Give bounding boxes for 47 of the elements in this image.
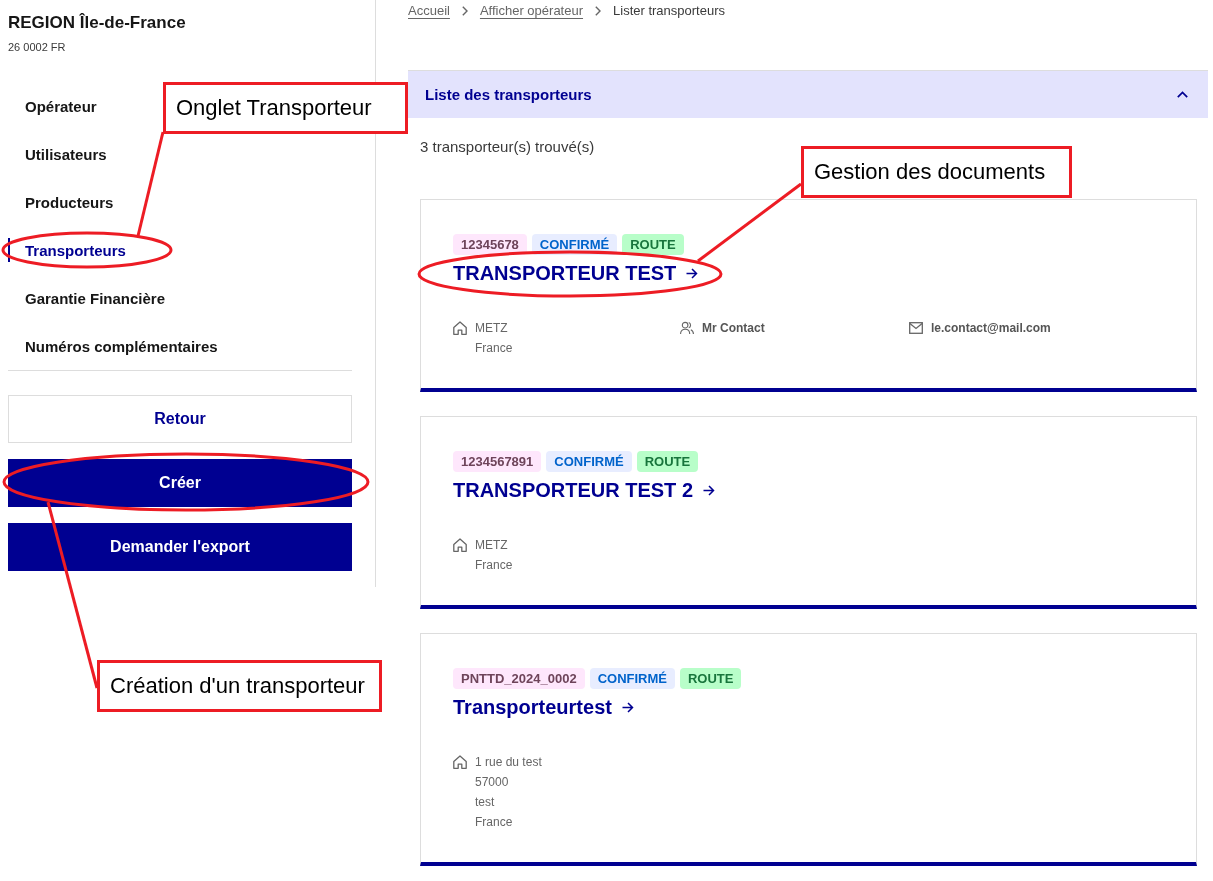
chevron-right-icon xyxy=(595,6,602,16)
address-text: METZ France xyxy=(475,320,513,357)
result-count: 3 transporteur(s) trouvé(s) xyxy=(420,137,596,157)
id-tag: PNTTD_2024_0002 xyxy=(453,668,585,689)
breadcrumb-link[interactable]: Lister transporteurs xyxy=(613,2,726,20)
sidebar-item[interactable]: Numéros complémentaires xyxy=(8,322,218,370)
id-tag: 12345678 xyxy=(453,234,527,255)
chevron-right-icon xyxy=(461,6,468,16)
organization-code: 26 0002 FR xyxy=(8,40,67,55)
house-icon xyxy=(453,538,467,552)
sidebar-item[interactable]: Producteurs xyxy=(8,178,114,226)
callout-label: Onglet Transporteur xyxy=(163,82,408,134)
breadcrumb-link[interactable]: Afficher opérateur xyxy=(479,2,584,20)
carrier-link[interactable]: TRANSPORTEUR TEST xyxy=(453,259,699,287)
address-text: METZ France xyxy=(475,537,513,574)
email-text: le.contact@mail.com xyxy=(931,320,1051,337)
address-text: 1 rue du test 57000 test France xyxy=(475,754,542,831)
transport-mode-tag: ROUTE xyxy=(680,668,742,689)
status-tag: CONFIRMÉ xyxy=(589,668,675,689)
status-tag: CONFIRMÉ xyxy=(531,234,618,255)
action-button[interactable]: Retour xyxy=(8,395,352,443)
action-button[interactable]: Créer xyxy=(8,459,352,507)
organization-name: REGION Île-de-France xyxy=(8,12,187,34)
sidebar-item[interactable]: Garantie Financière xyxy=(8,274,166,322)
sidebar-item[interactable]: Utilisateurs xyxy=(8,130,107,178)
breadcrumb-link[interactable]: Accueil xyxy=(408,2,450,20)
callout-label: Gestion des documents xyxy=(801,146,1072,198)
arrow-right-icon xyxy=(621,701,634,713)
people-icon xyxy=(680,321,694,335)
arrow-right-icon xyxy=(686,267,699,279)
callout-label: Création d'un transporteur xyxy=(97,660,382,712)
transport-mode-tag: ROUTE xyxy=(636,451,699,472)
transport-mode-tag: ROUTE xyxy=(622,234,684,255)
sidebar-item[interactable]: Transporteurs xyxy=(8,226,126,274)
carrier-link[interactable]: Transporteurtest xyxy=(453,693,634,721)
contact-name: Mr Contact xyxy=(702,320,765,337)
accordion-header[interactable]: Liste des transporteurs xyxy=(408,70,1208,118)
status-tag: CONFIRMÉ xyxy=(546,451,632,472)
arrow-right-icon xyxy=(703,484,716,496)
action-button[interactable]: Demander l'export xyxy=(8,523,352,571)
sidebar-item[interactable]: Opérateur xyxy=(8,82,97,130)
carrier-link[interactable]: TRANSPORTEUR TEST 2 xyxy=(453,476,716,504)
id-tag: 1234567891 xyxy=(453,451,542,472)
envelope-icon xyxy=(909,321,923,335)
house-icon xyxy=(453,321,467,335)
house-icon xyxy=(453,755,467,769)
chevron-up-icon xyxy=(1177,91,1188,98)
